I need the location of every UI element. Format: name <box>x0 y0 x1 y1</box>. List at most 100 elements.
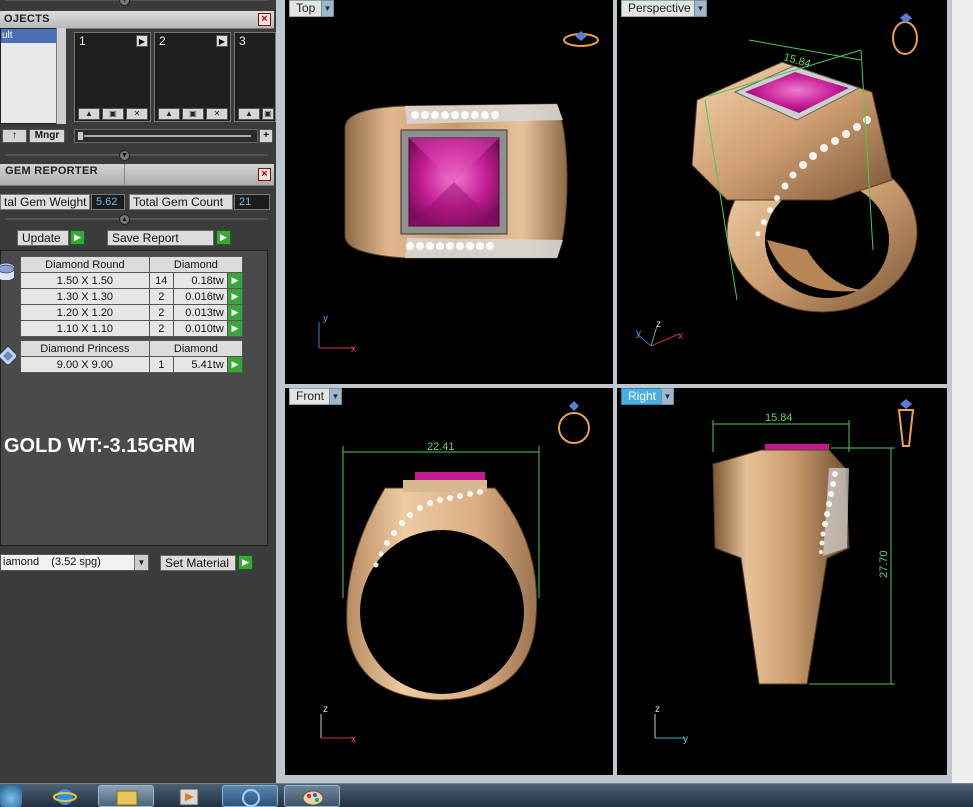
row-go-icon[interactable]: ▶ <box>226 272 244 289</box>
material-select[interactable]: iamond (3.52 spg) ▼ <box>0 554 149 571</box>
row-go-icon[interactable]: ▶ <box>226 356 244 373</box>
view-cube-icon[interactable] <box>563 31 599 47</box>
media-player-icon[interactable] <box>166 785 212 807</box>
row-go-icon[interactable]: ▶ <box>226 304 244 321</box>
gem-weight: 0.016tw <box>172 288 228 305</box>
taskbar <box>0 783 973 807</box>
gem-size: 1.50 X 1.50 <box>20 272 150 289</box>
gem-size: 1.10 X 1.10 <box>20 320 150 337</box>
save-report-button[interactable]: Save Report <box>107 230 214 246</box>
move-up-icon[interactable]: ▲ <box>238 108 260 120</box>
slot-number: 1 <box>79 34 86 48</box>
viewport-right[interactable]: 15.84 27.70 z y Right ▼ <box>617 388 947 775</box>
diamond-round-icon <box>0 262 14 280</box>
gem-reporter-header: GEM REPORTER × <box>0 164 274 186</box>
viewport-label-front[interactable]: Front <box>289 388 332 405</box>
axis-x-label: x <box>351 344 356 355</box>
chevron-up-icon[interactable]: ▲ <box>119 214 130 225</box>
viewport-top[interactable]: y x Top ▼ <box>285 0 613 384</box>
project-slot-3[interactable]: 3 ▲ ▣ <box>234 32 276 122</box>
panel-splitter[interactable]: ▼ <box>0 150 274 161</box>
table-header: Diamond Princess <box>20 340 150 357</box>
chevron-down-icon[interactable]: ▼ <box>119 0 130 6</box>
axis-z-label: z <box>656 319 661 330</box>
slider-thumb[interactable] <box>77 131 84 141</box>
delete-icon[interactable]: ✕ <box>126 108 148 120</box>
set-material-go-icon[interactable]: ▶ <box>238 555 253 570</box>
view-cube-icon[interactable] <box>897 399 915 447</box>
table-header: Diamond Round <box>20 256 150 273</box>
chevron-down-icon[interactable]: ▼ <box>661 388 674 405</box>
gem-count: 2 <box>148 288 174 305</box>
chevron-down-icon[interactable]: ▼ <box>329 388 342 405</box>
project-slot-2[interactable]: 2 ▶ ▲ ▣ ✕ <box>154 32 231 122</box>
move-up-icon[interactable]: ▲ <box>78 108 100 120</box>
project-slot-1[interactable]: 1 ▶ ▲ ▣ ✕ <box>74 32 151 122</box>
project-list-scrollbar[interactable] <box>56 28 66 124</box>
table-row: 1.50 X 1.50 14 0.18tw ▶ <box>20 272 244 289</box>
viewport-label-right[interactable]: Right <box>621 388 664 405</box>
row-go-icon[interactable]: ▶ <box>226 320 244 337</box>
table-row: 1.20 X 1.20 2 0.013tw ▶ <box>20 304 244 321</box>
save-icon[interactable]: ▣ <box>262 108 274 120</box>
update-button[interactable]: Update <box>17 230 69 246</box>
right-width-dimension: 15.84 <box>765 412 793 424</box>
table-row: 1.10 X 1.10 2 0.010tw ▶ <box>20 320 244 337</box>
viewport-label-perspective[interactable]: Perspective <box>621 0 698 17</box>
folder-icon[interactable] <box>98 785 154 807</box>
total-gem-count-label: Total Gem Count <box>129 194 233 210</box>
save-report-go-icon[interactable]: ▶ <box>216 230 231 245</box>
gem-weight: 0.013tw <box>172 304 228 321</box>
table-row: 9.00 X 9.00 1 5.41tw ▶ <box>20 356 244 373</box>
app-icon[interactable] <box>222 785 278 807</box>
chevron-down-icon[interactable]: ▼ <box>119 150 130 161</box>
axis-y-label: y <box>636 328 641 339</box>
gem-count: 2 <box>148 304 174 321</box>
save-icon[interactable]: ▣ <box>102 108 124 120</box>
move-up-icon[interactable]: ▲ <box>158 108 180 120</box>
slot-number: 2 <box>159 34 166 48</box>
ring-perspective-render: 15.84 y z x <box>636 13 918 347</box>
gem-count: 1 <box>148 356 174 373</box>
chevron-down-icon[interactable]: ▼ <box>321 0 334 17</box>
start-button[interactable] <box>0 785 22 807</box>
project-slider[interactable] <box>74 129 258 143</box>
viewport-perspective[interactable]: 15.84 y z x Perspective ▼ <box>617 0 947 384</box>
diamond-princess-icon <box>0 345 16 364</box>
front-dimension: 22.41 <box>427 441 455 453</box>
play-icon[interactable]: ▶ <box>216 35 228 47</box>
gem-weight: 0.010tw <box>172 320 228 337</box>
play-icon[interactable]: ▶ <box>136 35 148 47</box>
panel-splitter[interactable]: ▲ <box>0 214 274 225</box>
axis-z-label: z <box>655 704 660 715</box>
close-icon[interactable]: × <box>258 168 271 181</box>
manager-button[interactable]: Mngr <box>29 129 65 143</box>
update-go-icon[interactable]: ▶ <box>70 230 85 245</box>
axis-x-label: x <box>351 734 356 745</box>
view-cube-icon[interactable] <box>558 401 590 444</box>
paint-icon[interactable] <box>284 785 340 807</box>
set-material-button[interactable]: Set Material <box>160 555 236 571</box>
gem-count: 14 <box>148 272 174 289</box>
chevron-down-icon[interactable]: ▼ <box>694 0 707 17</box>
viewport-front[interactable]: 22.41 z x Front ▼ <box>285 388 613 775</box>
close-icon[interactable]: × <box>258 13 271 26</box>
delete-icon[interactable]: ✕ <box>206 108 228 120</box>
projects-title: OJECTS <box>4 13 50 25</box>
gem-size: 1.20 X 1.20 <box>20 304 150 321</box>
gold-weight-annotation: GOLD WT:-3.15GRM <box>4 435 196 457</box>
viewport-label-top[interactable]: Top <box>289 0 323 17</box>
table-header: Diamond <box>148 256 244 273</box>
up-button[interactable]: ↑ <box>2 129 27 143</box>
save-icon[interactable]: ▣ <box>182 108 204 120</box>
diamond-princess-table: Diamond Princess Diamond 9.00 X 9.00 1 5… <box>20 340 244 373</box>
total-gem-weight-label: tal Gem Weight <box>0 194 90 210</box>
row-go-icon[interactable]: ▶ <box>226 288 244 305</box>
window-edge <box>952 0 973 783</box>
panel-splitter[interactable]: ▼ <box>0 0 274 6</box>
view-cube-icon[interactable] <box>892 13 918 55</box>
browser-icon[interactable] <box>46 785 84 807</box>
add-button[interactable]: + <box>259 129 273 143</box>
right-height-dimension: 27.70 <box>878 550 890 578</box>
chevron-down-icon[interactable]: ▼ <box>134 555 148 570</box>
